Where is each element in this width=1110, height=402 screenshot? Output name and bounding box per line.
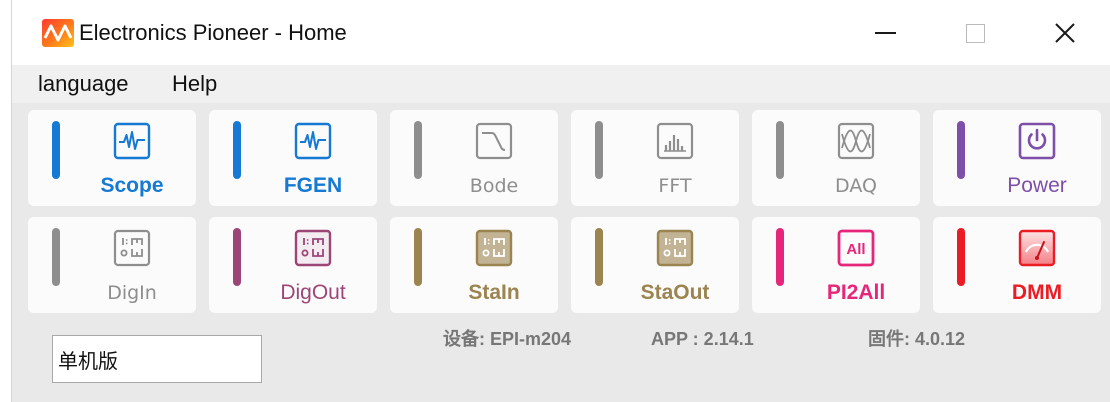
minimize-button[interactable]: [840, 0, 930, 65]
firmware-version: 固件: 4.0.12: [868, 329, 966, 349]
tile-digin[interactable]: DigIn: [28, 217, 196, 313]
device-status: 设备: EPI-m204: [443, 329, 572, 349]
tile-accent-bar: [595, 121, 603, 179]
static-out-icon: [656, 229, 694, 267]
digital-out-icon: [294, 229, 332, 267]
tile-fft[interactable]: FFT: [571, 110, 739, 206]
close-button[interactable]: [1020, 0, 1110, 65]
tile-accent-bar: [233, 228, 241, 286]
tile-label-fft: FFT: [658, 175, 692, 197]
tile-stain[interactable]: StaIn: [390, 217, 558, 313]
main-panel: Scope FGEN Bode FFT DAQ Power DigIn DigO…: [12, 103, 1110, 402]
data-acquisition-icon: [837, 122, 875, 160]
menu-language[interactable]: language: [38, 65, 129, 103]
tile-label-scope: Scope: [100, 174, 164, 197]
tile-accent-bar: [595, 228, 603, 286]
pi2all-icon: All: [837, 229, 875, 267]
tile-dmm[interactable]: DMM: [933, 217, 1101, 313]
tile-digout[interactable]: DigOut: [209, 217, 377, 313]
tile-label-digout: DigOut: [280, 281, 346, 304]
tile-accent-bar: [957, 121, 965, 179]
app-waveform-icon: [42, 19, 74, 47]
menu-help[interactable]: Help: [172, 65, 217, 103]
multimeter-icon: [1018, 229, 1056, 267]
bode-plot-icon: [475, 122, 513, 160]
tile-accent-bar: [414, 121, 422, 179]
tile-power[interactable]: Power: [933, 110, 1101, 206]
maximize-button[interactable]: [930, 0, 1020, 65]
minimize-icon: [875, 32, 896, 34]
spectrum-bars-icon: [656, 122, 694, 160]
title-bar: Electronics Pioneer - Home: [12, 0, 1110, 65]
tile-accent-bar: [776, 228, 784, 286]
tile-label-bode: Bode: [469, 175, 519, 197]
pi2all-icon-text: All: [846, 241, 865, 258]
tile-fgen[interactable]: FGEN: [209, 110, 377, 206]
tile-accent-bar: [414, 228, 422, 286]
app-version: APP : 2.14.1: [651, 329, 754, 349]
digital-in-icon: [113, 229, 151, 267]
window-title: Electronics Pioneer - Home: [79, 20, 347, 45]
tile-pi2all[interactable]: All PI2All: [752, 217, 920, 313]
tile-label-fgen: FGEN: [283, 174, 343, 197]
tile-accent-bar: [957, 228, 965, 286]
function-generator-icon: [294, 122, 332, 160]
oscilloscope-icon: [113, 122, 151, 160]
tile-label-pi2all: PI2All: [826, 281, 886, 304]
tile-label-staout: StaOut: [640, 281, 710, 304]
tile-scope[interactable]: Scope: [28, 110, 196, 206]
maximize-icon: [966, 24, 985, 43]
tile-label-dmm: DMM: [1011, 281, 1063, 304]
tile-staout[interactable]: StaOut: [571, 217, 739, 313]
mode-field[interactable]: [52, 335, 262, 383]
close-icon: [1055, 23, 1075, 43]
tile-accent-bar: [52, 228, 60, 286]
tile-label-digin: DigIn: [107, 282, 157, 304]
tile-accent-bar: [52, 121, 60, 179]
tile-accent-bar: [233, 121, 241, 179]
instrument-grid: Scope FGEN Bode FFT DAQ Power DigIn DigO…: [28, 110, 1101, 313]
menu-bar: language Help: [12, 65, 1110, 103]
tile-accent-bar: [776, 121, 784, 179]
tile-label-stain: StaIn: [468, 281, 520, 304]
tile-bode[interactable]: Bode: [390, 110, 558, 206]
static-in-icon: [475, 229, 513, 267]
tile-label-daq: DAQ: [835, 175, 877, 197]
power-icon: [1018, 122, 1056, 160]
app-window: Electronics Pioneer - Home language Help: [11, 0, 1110, 402]
tile-daq[interactable]: DAQ: [752, 110, 920, 206]
tile-label-power: Power: [1007, 174, 1067, 197]
